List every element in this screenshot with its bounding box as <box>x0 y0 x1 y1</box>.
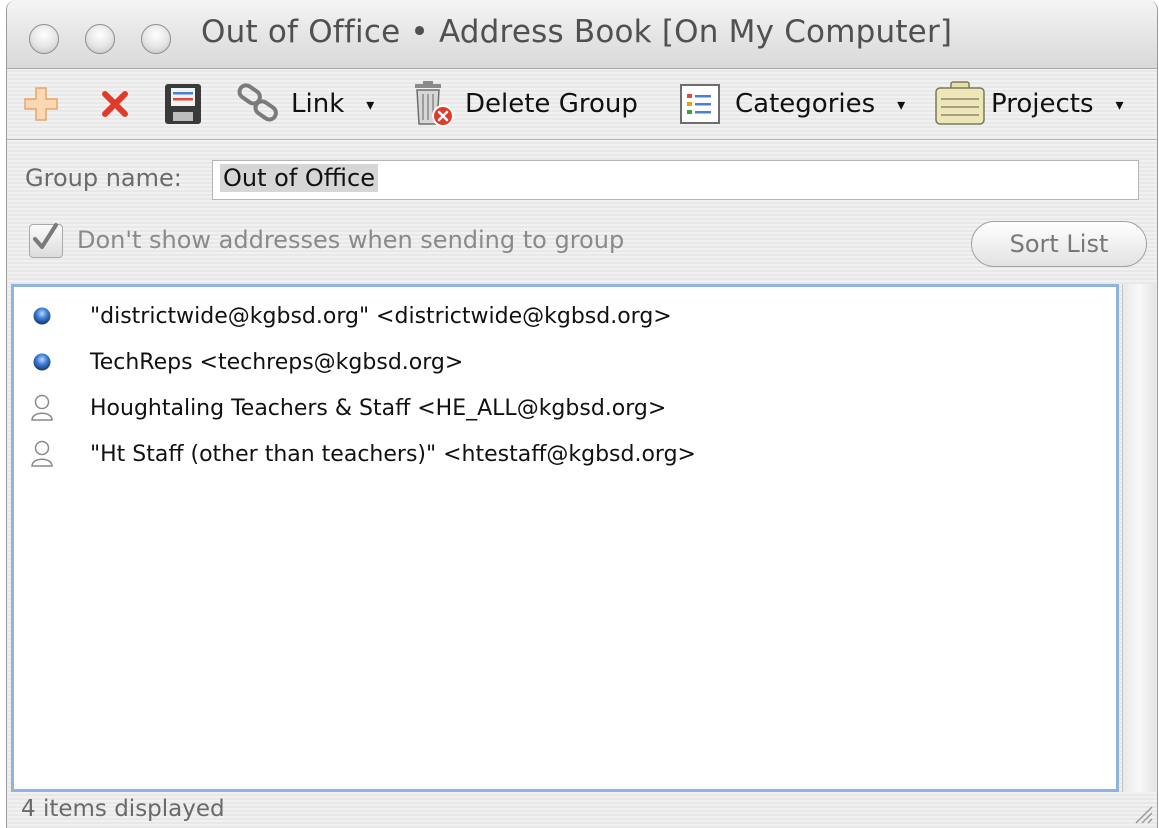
save-button[interactable] <box>163 69 203 139</box>
member-text: TechReps <techreps@kgbsd.org> <box>90 349 464 375</box>
zoom-window-button[interactable] <box>141 24 171 54</box>
minimize-window-button[interactable] <box>85 24 115 54</box>
delete-group-label: Delete Group <box>465 89 638 119</box>
window-title: Out of Office • Address Book [On My Comp… <box>201 14 953 50</box>
list-scrollbar[interactable] <box>1122 284 1156 792</box>
member-text: "Ht Staff (other than teachers)" <htesta… <box>90 441 696 467</box>
toolbar: Link ▾ Delete Group Categories ▾ Project… <box>7 69 1157 140</box>
hide-addresses-label[interactable]: Don't show addresses when sending to gro… <box>77 226 624 254</box>
close-window-button[interactable] <box>29 24 59 54</box>
sort-list-button[interactable]: Sort List <box>971 221 1147 267</box>
projects-label: Projects <box>991 89 1094 119</box>
categories-menu-button[interactable]: Categories ▾ <box>679 69 905 139</box>
hide-addresses-checkbox[interactable] <box>29 223 63 258</box>
checkmark-icon <box>33 223 58 249</box>
blue-dot-icon <box>30 348 54 376</box>
address-book-window: Out of Office • Address Book [On My Comp… <box>6 0 1158 828</box>
link-label: Link <box>291 89 345 119</box>
member-list[interactable]: "districtwide@kgbsd.org" <districtwide@k… <box>11 284 1119 792</box>
projects-icon <box>935 81 985 125</box>
categories-menu-arrow-icon: ▾ <box>897 94 906 114</box>
person-icon <box>30 440 54 468</box>
projects-menu-button[interactable]: Projects ▾ <box>933 69 1124 139</box>
member-text: "districtwide@kgbsd.org" <districtwide@k… <box>90 303 672 329</box>
resize-grip-icon[interactable] <box>1131 802 1153 824</box>
delete-group-button[interactable]: Delete Group <box>409 69 638 139</box>
title-bar[interactable]: Out of Office • Address Book [On My Comp… <box>7 0 1157 69</box>
link-menu-button[interactable]: Link ▾ <box>235 69 374 139</box>
projects-menu-arrow-icon: ▾ <box>1115 94 1124 114</box>
trash-delete-icon <box>415 81 454 127</box>
member-text: Houghtaling Teachers & Staff <HE_ALL@kgb… <box>90 395 667 421</box>
plus-icon <box>24 87 58 121</box>
person-icon <box>30 394 54 422</box>
group-name-label: Group name: <box>25 164 182 192</box>
delete-x-icon <box>102 91 128 117</box>
categories-label: Categories <box>735 89 876 119</box>
categories-icon <box>680 84 720 124</box>
remove-member-button[interactable] <box>99 69 131 139</box>
add-contact-button[interactable] <box>23 69 59 139</box>
save-icon <box>165 84 201 124</box>
link-icon <box>237 83 278 122</box>
group-name-value[interactable]: Out of Office <box>220 164 378 192</box>
blue-dot-icon <box>30 302 54 330</box>
status-text: 4 items displayed <box>21 796 225 822</box>
link-menu-arrow-icon: ▾ <box>366 94 375 114</box>
